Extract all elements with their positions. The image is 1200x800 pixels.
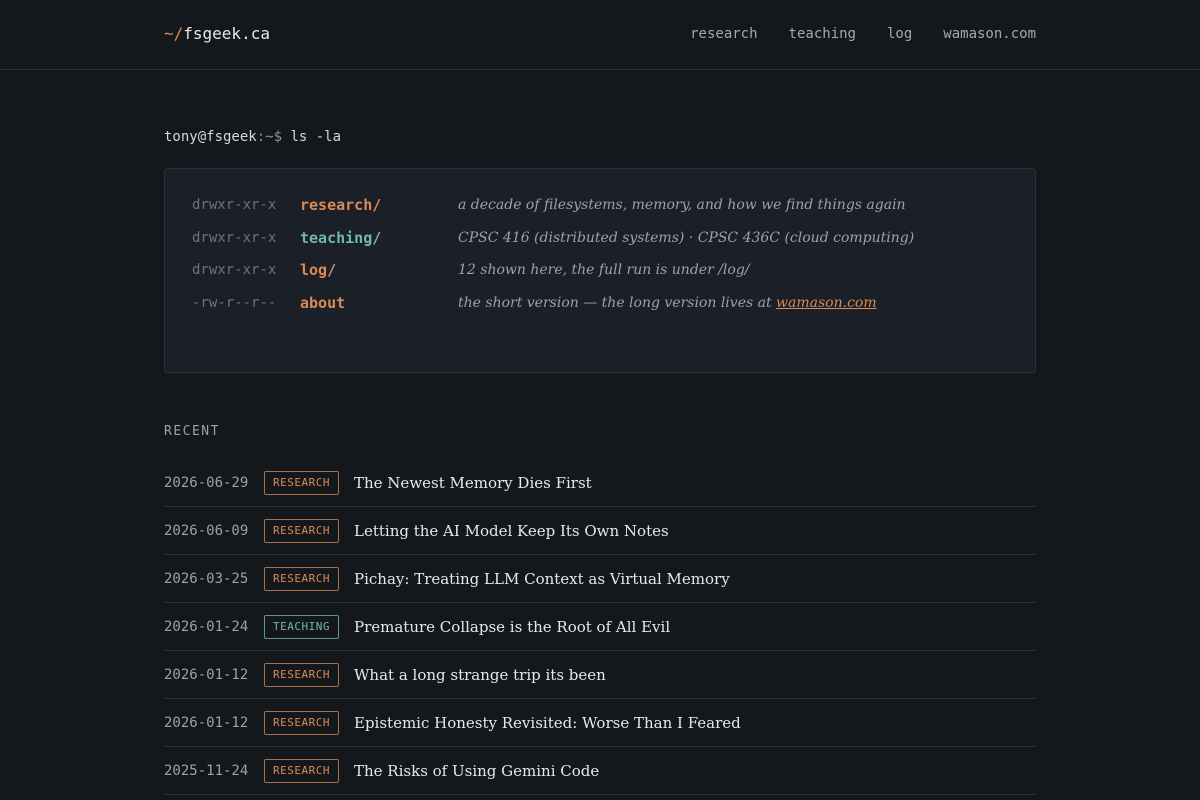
directory-listing: drwxr-xr-x research/ a decade of filesys… bbox=[164, 168, 1036, 373]
listing-perm: drwxr-xr-x bbox=[192, 197, 277, 213]
listing-perm: drwxr-xr-x bbox=[192, 262, 277, 278]
site-header: ~/fsgeek.ca research teaching log wamaso… bbox=[0, 0, 1200, 70]
post-tag: TEACHING bbox=[264, 614, 339, 639]
brand-name: fsgeek.ca bbox=[183, 24, 270, 43]
post-row: 2026-01-12 RESEARCH Epistemic Honesty Re… bbox=[164, 699, 1036, 747]
post-date: 2026-01-24 bbox=[164, 618, 249, 635]
post-tag: RESEARCH bbox=[264, 470, 339, 495]
post-row: 2026-03-25 RESEARCH Pichay: Treating LLM… bbox=[164, 555, 1036, 603]
listing-row-log: drwxr-xr-x log/ 12 shown here, the full … bbox=[192, 258, 750, 282]
post-title-link[interactable]: What a long strange trip its been bbox=[354, 666, 606, 684]
post-row: 2025-11-24 RESEARCH The Risks of Using G… bbox=[164, 747, 1036, 795]
post-title-link[interactable]: Pichay: Treating LLM Context as Virtual … bbox=[354, 570, 730, 588]
about-desc-text: the short version — the long version liv… bbox=[458, 295, 777, 311]
post-date: 2026-06-09 bbox=[164, 522, 249, 539]
post-tag: RESEARCH bbox=[264, 710, 339, 735]
post-title-link[interactable]: Premature Collapse is the Root of All Ev… bbox=[354, 618, 670, 636]
top-nav: research teaching log wamason.com bbox=[690, 26, 1036, 42]
prompt-path: :~$ bbox=[256, 129, 283, 145]
listing-desc: 12 shown here, the full run is under /lo… bbox=[458, 262, 750, 278]
post-date: 2026-03-25 bbox=[164, 570, 249, 587]
listing-desc: the short version — the long version liv… bbox=[458, 295, 877, 311]
nav-teaching[interactable]: teaching bbox=[789, 26, 856, 42]
recent-heading: RECENT bbox=[164, 424, 220, 439]
post-tag: RESEARCH bbox=[264, 566, 339, 591]
listing-link-about[interactable]: about bbox=[300, 294, 458, 312]
post-tag: RESEARCH bbox=[264, 758, 339, 783]
wamason-link[interactable]: wamason.com bbox=[776, 295, 877, 311]
post-tag: RESEARCH bbox=[264, 662, 339, 687]
post-tag: RESEARCH bbox=[264, 518, 339, 543]
post-row: 2026-01-24 TEACHING Premature Collapse i… bbox=[164, 603, 1036, 651]
post-row: 2026-06-09 RESEARCH Letting the AI Model… bbox=[164, 507, 1036, 555]
listing-row-research: drwxr-xr-x research/ a decade of filesys… bbox=[192, 193, 906, 217]
post-row: 2026-01-12 RESEARCH What a long strange … bbox=[164, 651, 1036, 699]
prompt-user: tony@fsgeek bbox=[164, 129, 257, 145]
listing-desc: CPSC 416 (distributed systems) · CPSC 43… bbox=[458, 230, 915, 246]
listing-row-about: -rw-r--r-- about the short version — the… bbox=[192, 291, 877, 315]
listing-link-log[interactable]: log/ bbox=[300, 261, 458, 279]
listing-perm: -rw-r--r-- bbox=[192, 295, 277, 311]
listing-row-teaching: drwxr-xr-x teaching/ CPSC 416 (distribut… bbox=[192, 226, 914, 250]
nav-research[interactable]: research bbox=[690, 26, 757, 42]
site-brand-link[interactable]: ~/fsgeek.ca bbox=[164, 24, 270, 43]
listing-link-teaching[interactable]: teaching/ bbox=[300, 229, 458, 247]
nav-wamason[interactable]: wamason.com bbox=[943, 26, 1036, 42]
post-date: 2026-06-29 bbox=[164, 474, 249, 491]
post-title-link[interactable]: Letting the AI Model Keep Its Own Notes bbox=[354, 522, 669, 540]
prompt-command: ls -la bbox=[290, 129, 342, 145]
recent-posts-list: 2026-06-29 RESEARCH The Newest Memory Di… bbox=[164, 459, 1036, 795]
post-date: 2025-11-24 bbox=[164, 762, 249, 779]
listing-perm: drwxr-xr-x bbox=[192, 230, 277, 246]
post-title-link[interactable]: Epistemic Honesty Revisited: Worse Than … bbox=[354, 714, 741, 732]
listing-link-research[interactable]: research/ bbox=[300, 196, 458, 214]
listing-desc: a decade of filesystems, memory, and how… bbox=[458, 197, 906, 213]
post-date: 2026-01-12 bbox=[164, 714, 249, 731]
nav-log[interactable]: log bbox=[887, 26, 912, 42]
brand-prefix: ~/ bbox=[164, 24, 184, 43]
terminal-prompt: tony@fsgeek:~$ ls -la bbox=[164, 129, 341, 145]
post-title-link[interactable]: The Risks of Using Gemini Code bbox=[354, 762, 599, 780]
post-title-link[interactable]: The Newest Memory Dies First bbox=[354, 474, 592, 492]
post-row: 2026-06-29 RESEARCH The Newest Memory Di… bbox=[164, 459, 1036, 507]
post-date: 2026-01-12 bbox=[164, 666, 249, 683]
